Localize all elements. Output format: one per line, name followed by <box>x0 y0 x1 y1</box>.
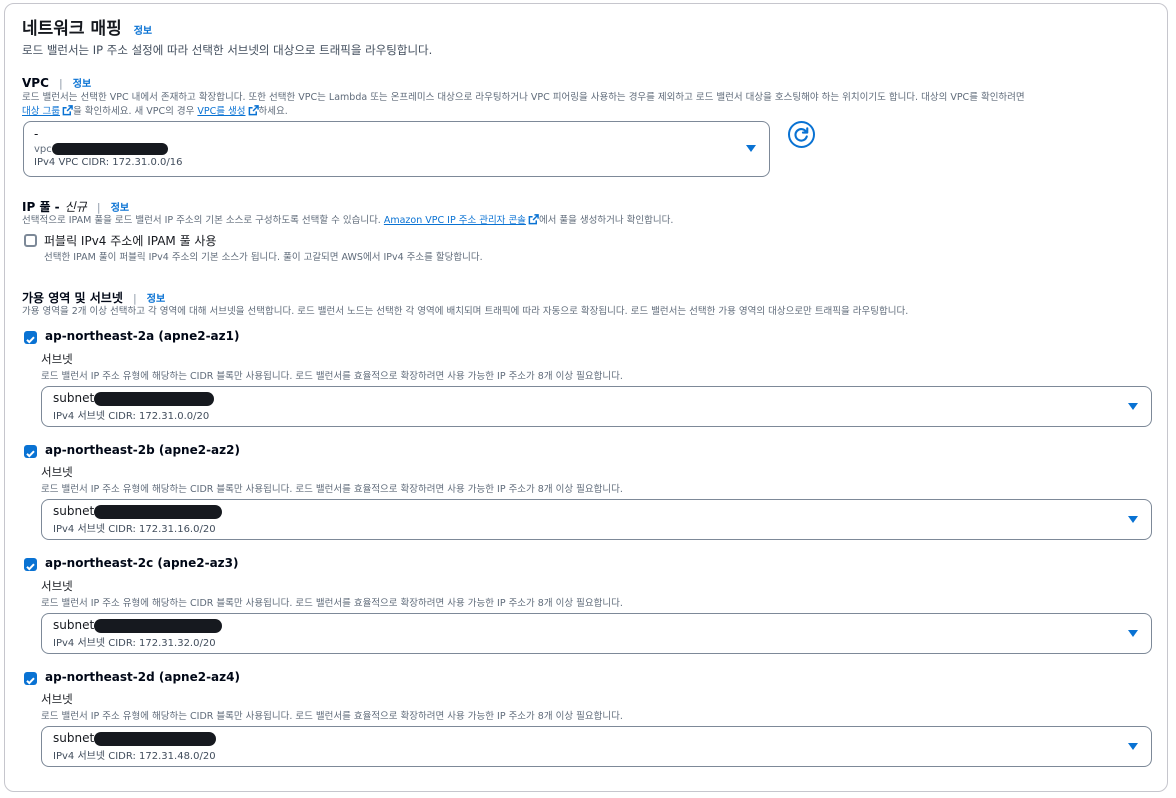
zone-checkbox[interactable] <box>24 445 37 458</box>
vpc-description-line2: 대상 그룹 을 확인하세요. 새 VPC의 경우 VPC를 생성 하세요. <box>22 103 288 119</box>
redacted-subnet-id <box>94 618 223 633</box>
section-title: 네트워크 매핑 정보 <box>22 14 152 39</box>
subnet-selected: subnet <box>53 731 217 746</box>
section-title-text: 네트워크 매핑 <box>22 19 122 39</box>
ipam-checkbox-help: 선택한 IPAM 풀이 퍼블릭 IPv4 주소의 기본 소스가 됩니다. 풀이 … <box>44 252 483 263</box>
vpc-desc-mid: 을 확인하세요. 새 VPC의 경우 <box>72 106 195 117</box>
external-link-icon <box>528 214 539 228</box>
zone-checkbox[interactable] <box>24 672 37 685</box>
zone-name: ap-northeast-2d (apne2-az4) <box>45 670 240 684</box>
zone-checkbox[interactable] <box>24 331 37 344</box>
checkmark-icon <box>26 450 35 458</box>
vpc-selected-name: - <box>34 127 39 141</box>
subnet-selected: subnet <box>53 504 223 519</box>
zone-name: ap-northeast-2b (apne2-az2) <box>45 443 240 457</box>
subnet-select[interactable]: subnet IPv4 서브넷 CIDR: 172.31.0.0/20 <box>41 386 1152 427</box>
subnet-help: 로드 밸런서 IP 주소 유형에 해당하는 CIDR 블록만 사용됩니다. 로드… <box>41 598 623 609</box>
ipam-console-link[interactable]: Amazon VPC IP 주소 관리자 콘솔 <box>384 215 526 226</box>
ip-pool-desc-post: 에서 풀을 생성하거나 확인합니다. <box>538 215 674 226</box>
subnet-help: 로드 밸런서 IP 주소 유형에 해당하는 CIDR 블록만 사용됩니다. 로드… <box>41 484 623 495</box>
target-group-link[interactable]: 대상 그룹 <box>22 106 60 117</box>
subnet-cidr: IPv4 서브넷 CIDR: 172.31.16.0/20 <box>53 524 216 535</box>
refresh-icon[interactable] <box>788 121 815 148</box>
checkmark-icon <box>26 336 35 344</box>
subnet-help: 로드 밸런서 IP 주소 유형에 해당하는 CIDR 블록만 사용됩니다. 로드… <box>41 711 623 722</box>
zone-checkbox[interactable] <box>24 558 37 571</box>
subnet-cidr: IPv4 서브넷 CIDR: 172.31.32.0/20 <box>53 638 216 649</box>
redacted-vpc-id <box>51 143 168 155</box>
vpc-id-prefix: vpc <box>34 144 52 155</box>
vpc-description-line1: 로드 밸런서는 선택한 VPC 내에서 존재하고 확장합니다. 또한 선택한 V… <box>22 92 1025 103</box>
subnet-help: 로드 밸런서 IP 주소 유형에 해당하는 CIDR 블록만 사용됩니다. 로드… <box>41 371 623 382</box>
subnet-selected: subnet <box>53 391 215 406</box>
vpc-cidr: IPv4 VPC CIDR: 172.31.0.0/16 <box>34 157 183 168</box>
section-info-link[interactable]: 정보 <box>134 26 152 37</box>
ip-pool-desc-pre: 선택적으로 IPAM 풀을 로드 밸런서 IP 주소의 기본 소스로 구성하도록… <box>22 215 381 226</box>
caret-down-icon <box>1128 516 1138 523</box>
vpc-select[interactable]: - vpc IPv4 VPC CIDR: 172.31.0.0/16 <box>23 121 770 177</box>
zone-name: ap-northeast-2c (apne2-az3) <box>45 556 239 570</box>
checkmark-icon <box>26 563 35 571</box>
subnet-select[interactable]: subnet IPv4 서브넷 CIDR: 172.31.32.0/20 <box>41 613 1152 654</box>
subnet-prefix: subnet <box>53 391 95 405</box>
caret-down-icon <box>1128 743 1138 750</box>
subnet-select[interactable]: subnet IPv4 서브넷 CIDR: 172.31.48.0/20 <box>41 726 1152 767</box>
ipam-checkbox-label: 퍼블릭 IPv4 주소에 IPAM 풀 사용 <box>44 234 217 248</box>
checkmark-icon <box>26 677 35 685</box>
ip-pool-description: 선택적으로 IPAM 풀을 로드 밸런서 IP 주소의 기본 소스로 구성하도록… <box>22 212 673 228</box>
vpc-label: VPC <box>22 76 49 90</box>
subnet-label: 서브넷 <box>41 465 73 479</box>
subnet-selected: subnet <box>53 618 223 633</box>
az-description: 가용 영역을 2개 이상 선택하고 각 영역에 대해 서브넷을 선택합니다. 로… <box>22 306 909 317</box>
caret-down-icon <box>746 145 756 152</box>
section-description: 로드 밸런서는 IP 주소 설정에 따라 선택한 서브넷의 대상으로 트래픽을 … <box>22 43 433 57</box>
redacted-subnet-id <box>94 731 217 746</box>
external-link-icon <box>248 105 259 119</box>
subnet-label: 서브넷 <box>41 352 73 366</box>
subnet-prefix: subnet <box>53 731 95 745</box>
subnet-prefix: subnet <box>53 504 95 518</box>
subnet-prefix: subnet <box>53 618 95 632</box>
subnet-cidr: IPv4 서브넷 CIDR: 172.31.0.0/20 <box>53 411 210 422</box>
subnet-cidr: IPv4 서브넷 CIDR: 172.31.48.0/20 <box>53 751 216 762</box>
caret-down-icon <box>1128 403 1138 410</box>
subnet-label: 서브넷 <box>41 692 73 706</box>
subnet-label: 서브넷 <box>41 579 73 593</box>
vpc-desc-end: 하세요. <box>258 106 288 117</box>
subnet-select[interactable]: subnet IPv4 서브넷 CIDR: 172.31.16.0/20 <box>41 499 1152 540</box>
vpc-selected-id: vpc <box>34 143 168 155</box>
caret-down-icon <box>1128 630 1138 637</box>
ipam-pool-checkbox[interactable] <box>24 234 37 247</box>
redacted-subnet-id <box>94 504 223 519</box>
redacted-subnet-id <box>94 391 215 406</box>
zone-name: ap-northeast-2a (apne2-az1) <box>45 329 240 343</box>
create-vpc-link[interactable]: VPC를 생성 <box>197 106 245 117</box>
external-link-icon <box>62 105 73 119</box>
